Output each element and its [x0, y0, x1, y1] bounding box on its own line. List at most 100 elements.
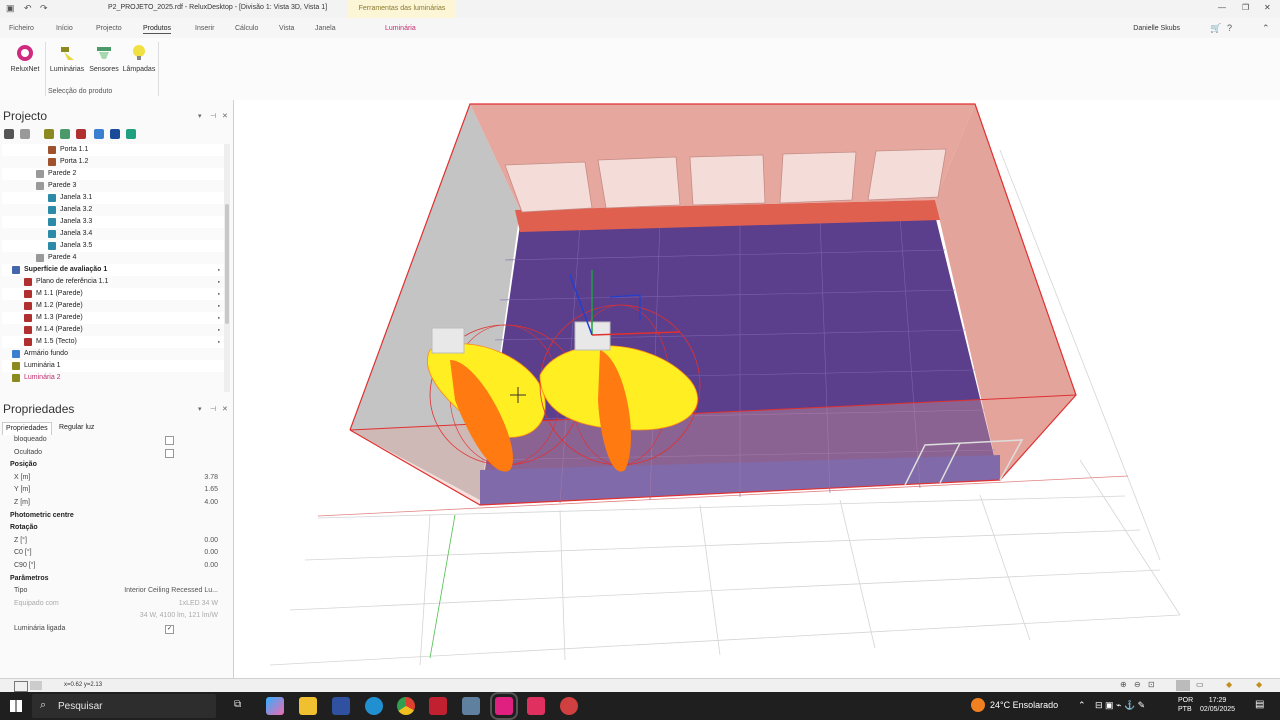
view-split-icon[interactable] — [30, 681, 42, 690]
menu-inserir[interactable]: Inserir — [195, 25, 214, 32]
property-value[interactable]: 34 W, 4100 lm, 121 lm/W — [140, 610, 218, 622]
menu-projecto[interactable]: Projecto — [96, 25, 122, 32]
tree-item[interactable]: Luminária 2 — [2, 372, 224, 384]
raytrace-icon[interactable]: ◆ — [1256, 680, 1262, 689]
notepad-icon[interactable] — [462, 697, 480, 715]
property-row[interactable]: Z [°] 0.00 — [2, 535, 222, 547]
scene-svg[interactable] — [234, 100, 1280, 678]
measure-filter-icon[interactable] — [76, 129, 86, 139]
menu-ficheiro[interactable]: Ficheiro — [9, 25, 34, 32]
property-value[interactable]: 3.78 — [204, 472, 218, 484]
language-indicator[interactable]: POR PTB — [1178, 696, 1193, 714]
minimize-icon[interactable]: — — [1218, 3, 1226, 12]
sensores-button[interactable]: Sensores — [85, 44, 123, 73]
clock[interactable]: 17:29 02/05/2025 — [1200, 696, 1235, 714]
file-explorer-icon[interactable] — [299, 697, 317, 715]
tree-item[interactable]: M 1.3 (Parede) ● — [2, 312, 224, 324]
menu-luminaria[interactable]: Luminária — [385, 25, 416, 32]
property-checkbox[interactable] — [165, 436, 174, 445]
relux-taskbar-icon[interactable] — [490, 692, 518, 720]
property-row[interactable]: Tipo Interior Ceiling Recessed Lu... — [2, 585, 222, 597]
property-value[interactable]: 0.00 — [204, 547, 218, 559]
weather-text[interactable]: 24°C Ensolarado — [990, 700, 1058, 710]
tree-item[interactable]: Armário fundo — [2, 348, 224, 360]
tree-item[interactable]: Porta 1.2 — [2, 156, 224, 168]
menu-calculo[interactable]: Cálculo — [235, 25, 258, 32]
lock-icon[interactable]: ● — [218, 276, 220, 288]
help-icon[interactable]: ? — [1227, 23, 1232, 33]
tree-item[interactable]: Porta 1.1 — [2, 144, 224, 156]
property-row[interactable]: Y [m] 1.65 — [2, 484, 222, 496]
panel-menu-icon[interactable]: ▾ — [198, 405, 202, 413]
restore-icon[interactable]: ❐ — [1242, 3, 1249, 12]
store-icon[interactable] — [332, 697, 350, 715]
copilot-icon[interactable] — [266, 697, 284, 715]
property-row[interactable]: Z [m] 4.00 — [2, 497, 222, 509]
tree-item[interactable]: Parede 3 — [2, 180, 224, 192]
lampadas-button[interactable]: Lâmpadas — [120, 44, 158, 73]
menu-produtos[interactable]: Produtos — [143, 25, 172, 34]
zoom-out-icon[interactable]: ⊖ — [1134, 680, 1141, 689]
property-row[interactable]: C0 [°] 0.00 — [2, 547, 222, 559]
property-row[interactable]: bloqueado — [2, 434, 222, 446]
chrome-icon[interactable] — [397, 697, 415, 715]
lock-icon[interactable]: ● — [218, 264, 220, 276]
zoom-fit-icon[interactable]: ⊡ — [1148, 680, 1155, 689]
property-checkbox[interactable]: ✓ — [165, 625, 174, 634]
tree-item[interactable]: Parede 2 — [2, 168, 224, 180]
property-value[interactable]: 0.00 — [204, 560, 218, 572]
tray-chevron-icon[interactable]: ⌃ — [1078, 700, 1086, 711]
render-icon[interactable]: ◆ — [1226, 680, 1232, 689]
tree-item[interactable]: Janela 3.2 — [2, 204, 224, 216]
save-icon[interactable]: ▣ — [6, 3, 15, 14]
tree-item[interactable]: Superfície de avaliação 1 ● — [2, 264, 224, 276]
tree-item[interactable]: M 1.4 (Parede) ● — [2, 324, 224, 336]
scroll-thumb[interactable] — [225, 204, 229, 324]
property-value[interactable]: 0.00 — [204, 535, 218, 547]
edge-icon[interactable] — [365, 697, 383, 715]
tree-item[interactable]: Janela 3.3 — [2, 216, 224, 228]
property-value[interactable]: Interior Ceiling Recessed Lu... — [124, 585, 218, 597]
3d-viewport[interactable] — [234, 100, 1280, 678]
property-value[interactable]: 1xLED 34 W — [179, 598, 218, 610]
user-name[interactable]: Danielle Skubs — [1133, 25, 1180, 32]
tree-item[interactable]: Luminária 1 — [2, 360, 224, 372]
objects-icon[interactable] — [20, 129, 30, 139]
tree-item[interactable]: Plano de referência 1.1 ● — [2, 276, 224, 288]
view-top-icon[interactable]: ▭ — [1196, 680, 1204, 689]
luminarias-button[interactable]: Luminárias — [48, 44, 86, 73]
acrobat-icon[interactable] — [429, 697, 447, 715]
property-checkbox[interactable] — [165, 448, 174, 458]
tree-item[interactable]: Janela 3.5 — [2, 240, 224, 252]
layers-icon[interactable] — [4, 129, 14, 139]
redo-icon[interactable]: ↷ — [40, 3, 48, 14]
sensor-filter-icon[interactable] — [60, 129, 70, 139]
property-row[interactable]: X [m] 3.78 — [2, 472, 222, 484]
luminaire-filter-icon[interactable] — [44, 129, 54, 139]
downloads-icon[interactable] — [527, 697, 545, 715]
tree-item[interactable]: M 1.2 (Parede) ● — [2, 300, 224, 312]
tree-item[interactable]: Parede 4 — [2, 252, 224, 264]
app-icon[interactable] — [560, 697, 578, 715]
menu-inicio[interactable]: Início — [56, 25, 73, 32]
chevron-up-icon[interactable]: ⌃ — [1262, 23, 1270, 34]
close-icon[interactable]: ✕ — [1264, 3, 1271, 12]
surface-filter-icon[interactable] — [110, 129, 120, 139]
tree-item[interactable]: M 1.5 (Tecto) ● — [2, 336, 224, 348]
furniture-filter-icon[interactable] — [94, 129, 104, 139]
cart-icon[interactable]: 🛒 — [1210, 23, 1221, 34]
pin-icon[interactable]: ⊣ — [210, 405, 216, 413]
panel-menu-icon[interactable]: ▾ — [198, 112, 202, 120]
tree-item[interactable]: Janela 3.4 — [2, 228, 224, 240]
tree-item[interactable]: M 1.1 (Parede) ● — [2, 288, 224, 300]
lock-icon[interactable]: ● — [218, 324, 220, 336]
lock-icon[interactable]: ● — [218, 312, 220, 324]
menu-vista[interactable]: Vista — [279, 25, 294, 32]
lock-icon[interactable]: ● — [218, 336, 220, 348]
zoom-in-icon[interactable]: ⊕ — [1120, 680, 1127, 689]
tree-item[interactable]: Janela 3.1 — [2, 192, 224, 204]
view-3d-icon[interactable] — [1176, 680, 1190, 691]
lock-icon[interactable]: ● — [218, 288, 220, 300]
menu-janela[interactable]: Janela — [315, 25, 336, 32]
weather-sun-icon[interactable] — [971, 698, 985, 712]
